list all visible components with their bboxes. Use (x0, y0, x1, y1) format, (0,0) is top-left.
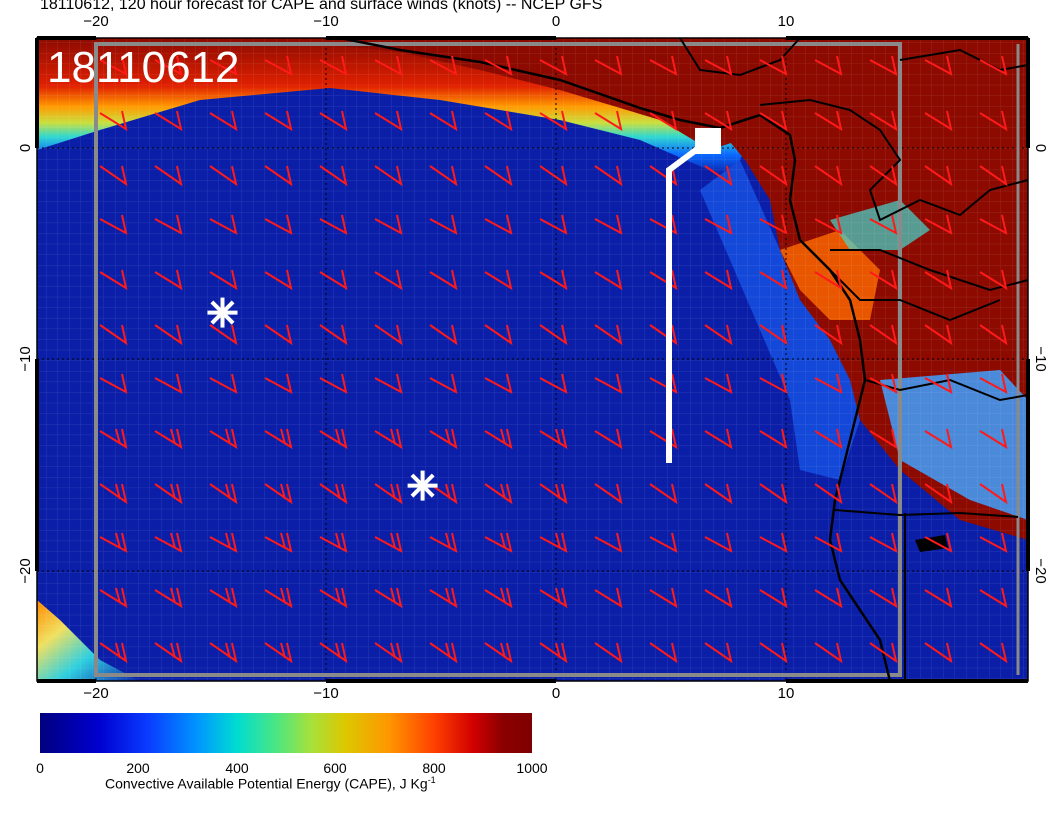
colorbar-label-unit-exponent: -1 (427, 775, 436, 785)
asterisk-marker (407, 470, 438, 501)
map-panel: 18110612 −20 −10 0 10 −20 −10 0 10 0 −10… (17, 13, 1049, 700)
lat-tick-right: 0 (1032, 144, 1049, 152)
colorbar-tick: 400 (225, 760, 249, 776)
lon-tick-bottom: −10 (313, 685, 338, 700)
asterisk-marker (207, 297, 238, 328)
colorbar-tick: 1000 (516, 760, 548, 776)
lat-tick-left: −20 (17, 558, 34, 583)
map-area: 18110612 (37, 36, 1029, 682)
lon-tick-bottom: −20 (83, 685, 108, 700)
cape-colorbar (40, 713, 532, 753)
lat-tick-right: −20 (1032, 558, 1049, 583)
colorbar-tick: 200 (126, 760, 150, 776)
lon-tick-top: −20 (83, 13, 108, 30)
date-stamp: 18110612 (47, 43, 240, 92)
lon-tick-top: −10 (313, 13, 338, 30)
track-end-marker (695, 128, 721, 154)
colorbar-tick: 800 (422, 760, 446, 776)
colorbar-tick: 0 (36, 760, 44, 776)
lat-tick-right: −10 (1032, 346, 1049, 371)
colorbar-label-text: Convective Available Potential Energy (C… (105, 775, 428, 792)
lat-tick-left: −10 (17, 346, 34, 371)
lon-tick-top: 10 (778, 13, 795, 30)
colorbar-tick: 600 (323, 760, 347, 776)
lat-tick-left: 0 (17, 144, 34, 152)
lon-tick-bottom: 0 (552, 685, 560, 700)
colorbar-label: Convective Available Potential Energy (C… (105, 775, 436, 792)
lon-tick-bottom: 10 (778, 685, 795, 700)
lon-tick-top: 0 (552, 13, 560, 30)
